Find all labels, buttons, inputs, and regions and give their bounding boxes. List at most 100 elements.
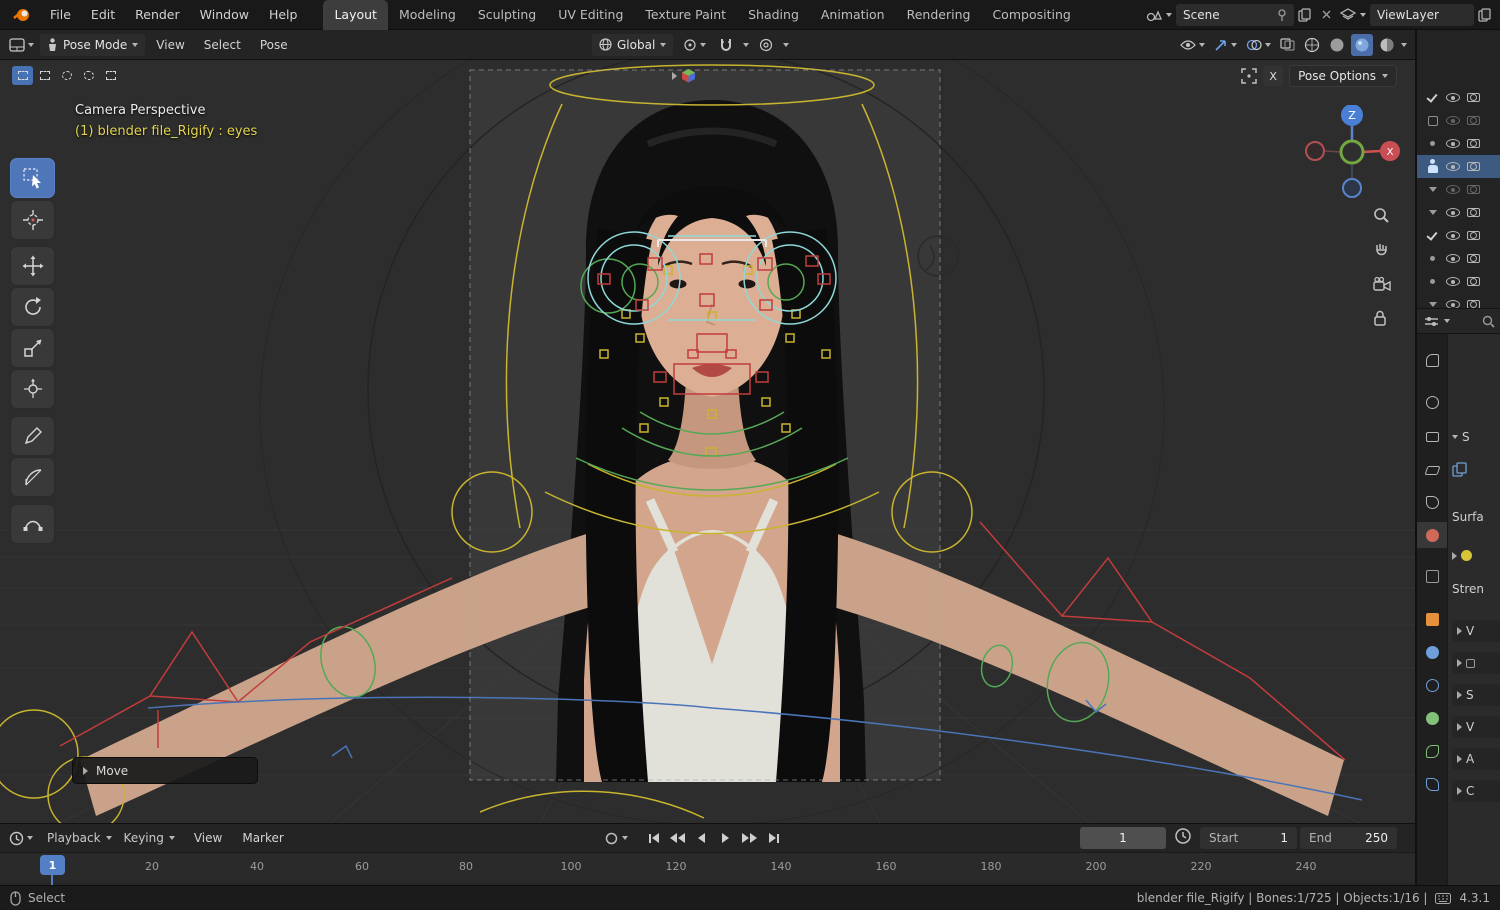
timeline-ruler[interactable]: 20 40 60 80 100 120 140 160 180 200 220 …	[0, 852, 1415, 882]
magnifier-icon[interactable]	[1482, 315, 1495, 328]
overlays-icon[interactable]	[1243, 34, 1274, 56]
shader-node-row[interactable]	[1452, 550, 1472, 561]
snap-dropdown-caret[interactable]	[743, 42, 750, 47]
collapse-caret-icon[interactable]	[1428, 302, 1437, 307]
tab-render[interactable]	[1417, 389, 1447, 415]
pan-hand-icon[interactable]	[1372, 241, 1392, 259]
camera-view-icon[interactable]	[1372, 276, 1392, 292]
breadcrumb-expand-icon[interactable]	[672, 71, 677, 80]
tool-extra[interactable]	[10, 504, 55, 544]
zoom-icon[interactable]	[1372, 206, 1392, 224]
transform-orientation-selector[interactable]: Global	[592, 33, 674, 56]
collapse-caret-icon[interactable]	[1428, 187, 1437, 192]
scene-icon[interactable]	[1146, 8, 1162, 22]
menu-pose[interactable]: Pose	[252, 38, 296, 52]
shading-dropdown-caret[interactable]	[1401, 42, 1407, 47]
menu-edit[interactable]: Edit	[81, 0, 125, 30]
outliner-row[interactable]	[1417, 132, 1500, 155]
viewport-3d[interactable]: Camera Perspective (1) blender file_Rigi…	[0, 60, 1415, 823]
collapsed-section[interactable]: V	[1452, 716, 1500, 738]
auto-key-record-icon[interactable]	[602, 827, 631, 849]
tool-annotate[interactable]	[10, 416, 55, 456]
workspace-tab-animation[interactable]: Animation	[810, 0, 896, 30]
workspace-tab-modeling[interactable]: Modeling	[388, 0, 467, 30]
camera-restrict-icon[interactable]	[1467, 93, 1480, 102]
properties-editor-caret[interactable]	[1444, 319, 1450, 323]
tool-cursor[interactable]	[10, 200, 55, 240]
outliner-row-selected-armature[interactable]	[1417, 155, 1500, 178]
timeline-view-menu[interactable]: View	[186, 831, 230, 845]
pose-options-dropdown[interactable]: Pose Options	[1289, 65, 1397, 87]
shading-rendered-icon[interactable]	[1376, 34, 1398, 56]
breadcrumb[interactable]	[672, 68, 696, 83]
xray-toggle-icon[interactable]	[1277, 34, 1298, 56]
tab-world-active[interactable]	[1417, 522, 1447, 548]
pivot-point-selector[interactable]	[680, 34, 709, 56]
close-button[interactable]: X	[1263, 66, 1284, 86]
tool-rotate[interactable]	[10, 287, 55, 327]
tool-measure[interactable]	[10, 457, 55, 497]
workspace-tab-texture-paint[interactable]: Texture Paint	[634, 0, 737, 30]
collapsed-section[interactable]: V	[1452, 620, 1500, 642]
eye-icon[interactable]	[1446, 254, 1460, 263]
pin-icon[interactable]	[1277, 8, 1287, 21]
shader-color-dot[interactable]	[1461, 550, 1472, 561]
viewport-3d-scene[interactable]	[0, 60, 1415, 823]
tab-tool[interactable]	[1417, 347, 1447, 373]
outliner-row[interactable]	[1417, 109, 1500, 132]
proportional-editing-icon[interactable]	[756, 34, 776, 56]
frame-brackets-icon[interactable]	[1241, 68, 1257, 84]
playback-menu[interactable]: Playback	[44, 827, 115, 849]
scene-dropdown-caret[interactable]	[1166, 12, 1172, 17]
collapse-caret-icon[interactable]	[1428, 210, 1437, 215]
eye-icon[interactable]	[1446, 139, 1460, 148]
select-mode-box[interactable]	[34, 66, 55, 85]
menu-view[interactable]: View	[148, 38, 192, 52]
eye-icon[interactable]	[1446, 277, 1460, 286]
current-frame-field[interactable]: 1	[1080, 827, 1166, 849]
shading-solid-icon[interactable]	[1326, 34, 1348, 56]
tab-object[interactable]	[1417, 606, 1447, 632]
outliner-row[interactable]	[1417, 201, 1500, 224]
tab-output[interactable]	[1417, 424, 1447, 450]
outliner-row[interactable]	[1417, 247, 1500, 270]
camera-restrict-icon[interactable]	[1467, 116, 1480, 125]
operator-expand-icon[interactable]	[83, 766, 88, 775]
select-mode-lasso[interactable]	[78, 66, 99, 85]
tab-view-layer[interactable]	[1417, 457, 1447, 483]
menu-help[interactable]: Help	[259, 0, 308, 30]
shading-material-icon[interactable]	[1351, 33, 1373, 56]
menu-file[interactable]: File	[40, 0, 81, 30]
lock-icon[interactable]	[1372, 309, 1392, 327]
eye-icon[interactable]	[1446, 231, 1460, 240]
tab-bone-constraints[interactable]	[1417, 771, 1447, 797]
editor-type-icon[interactable]	[6, 34, 37, 56]
scene-name-field[interactable]: Scene	[1176, 3, 1294, 26]
tab-scene[interactable]	[1417, 489, 1447, 515]
tool-transform[interactable]	[10, 369, 55, 409]
outliner-row[interactable]	[1417, 178, 1500, 201]
collapsed-section[interactable]: A	[1452, 748, 1500, 770]
proportional-dropdown-caret[interactable]	[783, 42, 790, 47]
outliner-row[interactable]	[1417, 86, 1500, 109]
visibility-eye-icon[interactable]	[1177, 34, 1208, 56]
viewlayer-dropdown-caret[interactable]	[1360, 12, 1366, 17]
snap-magnet-icon[interactable]	[716, 34, 736, 56]
unlink-scene-icon[interactable]	[1316, 5, 1336, 25]
tab-bone[interactable]	[1417, 738, 1447, 764]
tab-modifiers[interactable]	[1417, 639, 1447, 665]
workspace-tab-shading[interactable]: Shading	[737, 0, 810, 30]
select-mode-tweak[interactable]	[12, 66, 33, 85]
properties-editor-icon[interactable]	[1424, 315, 1439, 328]
eye-icon[interactable]	[1446, 93, 1460, 102]
eye-icon[interactable]	[1446, 162, 1460, 171]
workspace-tab-layout[interactable]: Layout	[323, 0, 388, 30]
new-viewlayer-copy-icon[interactable]	[1478, 7, 1492, 22]
eye-icon[interactable]	[1446, 208, 1460, 217]
blender-logo-icon[interactable]	[0, 7, 40, 23]
tab-physics[interactable]	[1417, 672, 1447, 698]
keying-menu[interactable]: Keying	[121, 827, 178, 849]
workspace-tab-compositing[interactable]: Compositing	[981, 0, 1081, 30]
end-frame-field[interactable]: End 250	[1300, 827, 1397, 849]
shading-wireframe-icon[interactable]	[1301, 34, 1323, 56]
